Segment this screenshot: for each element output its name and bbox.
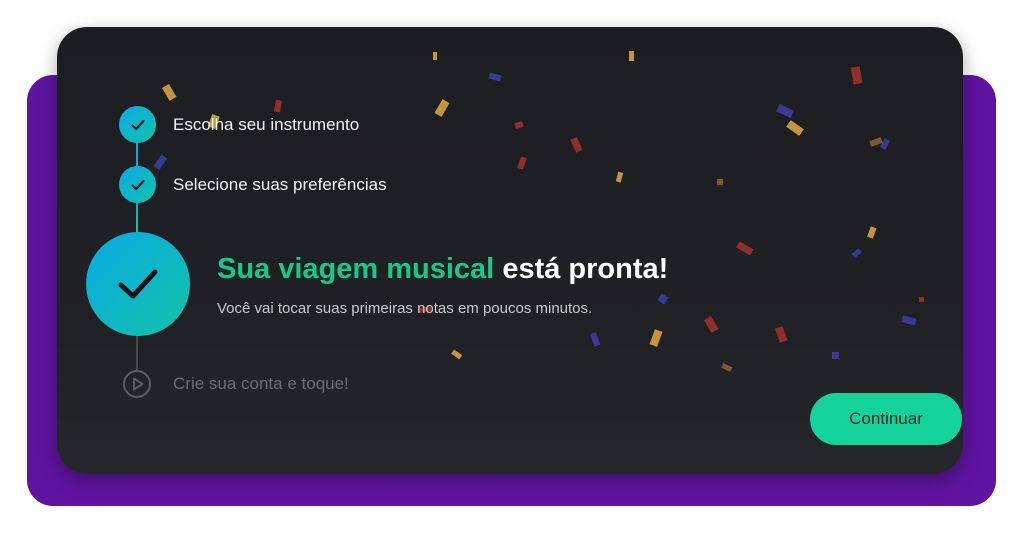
onboarding-card: Escolha seu instrumento Selecione suas p… (57, 27, 963, 474)
step-2-complete-indicator (119, 166, 156, 203)
title-rest: está pronta! (502, 253, 669, 285)
check-icon (118, 269, 158, 299)
continue-button[interactable]: Continuar (810, 393, 962, 445)
step-connector (136, 335, 138, 371)
current-step-title: Sua viagem musical está pronta! (217, 253, 668, 286)
step-1-complete-indicator (119, 106, 156, 143)
current-step-indicator (86, 232, 190, 336)
check-icon (130, 119, 145, 130)
step-connector (136, 200, 138, 234)
title-highlight: Sua viagem musical (217, 253, 495, 285)
step-1-label: Escolha seu instrumento (173, 115, 360, 134)
check-icon (130, 179, 145, 190)
play-circle-icon (123, 370, 151, 398)
current-step-subtitle: Você vai tocar suas primeiras notas em p… (217, 300, 593, 317)
step-2-label: Selecione suas preferências (173, 175, 387, 194)
step-4-label: Crie sua conta e toque! (173, 374, 349, 393)
